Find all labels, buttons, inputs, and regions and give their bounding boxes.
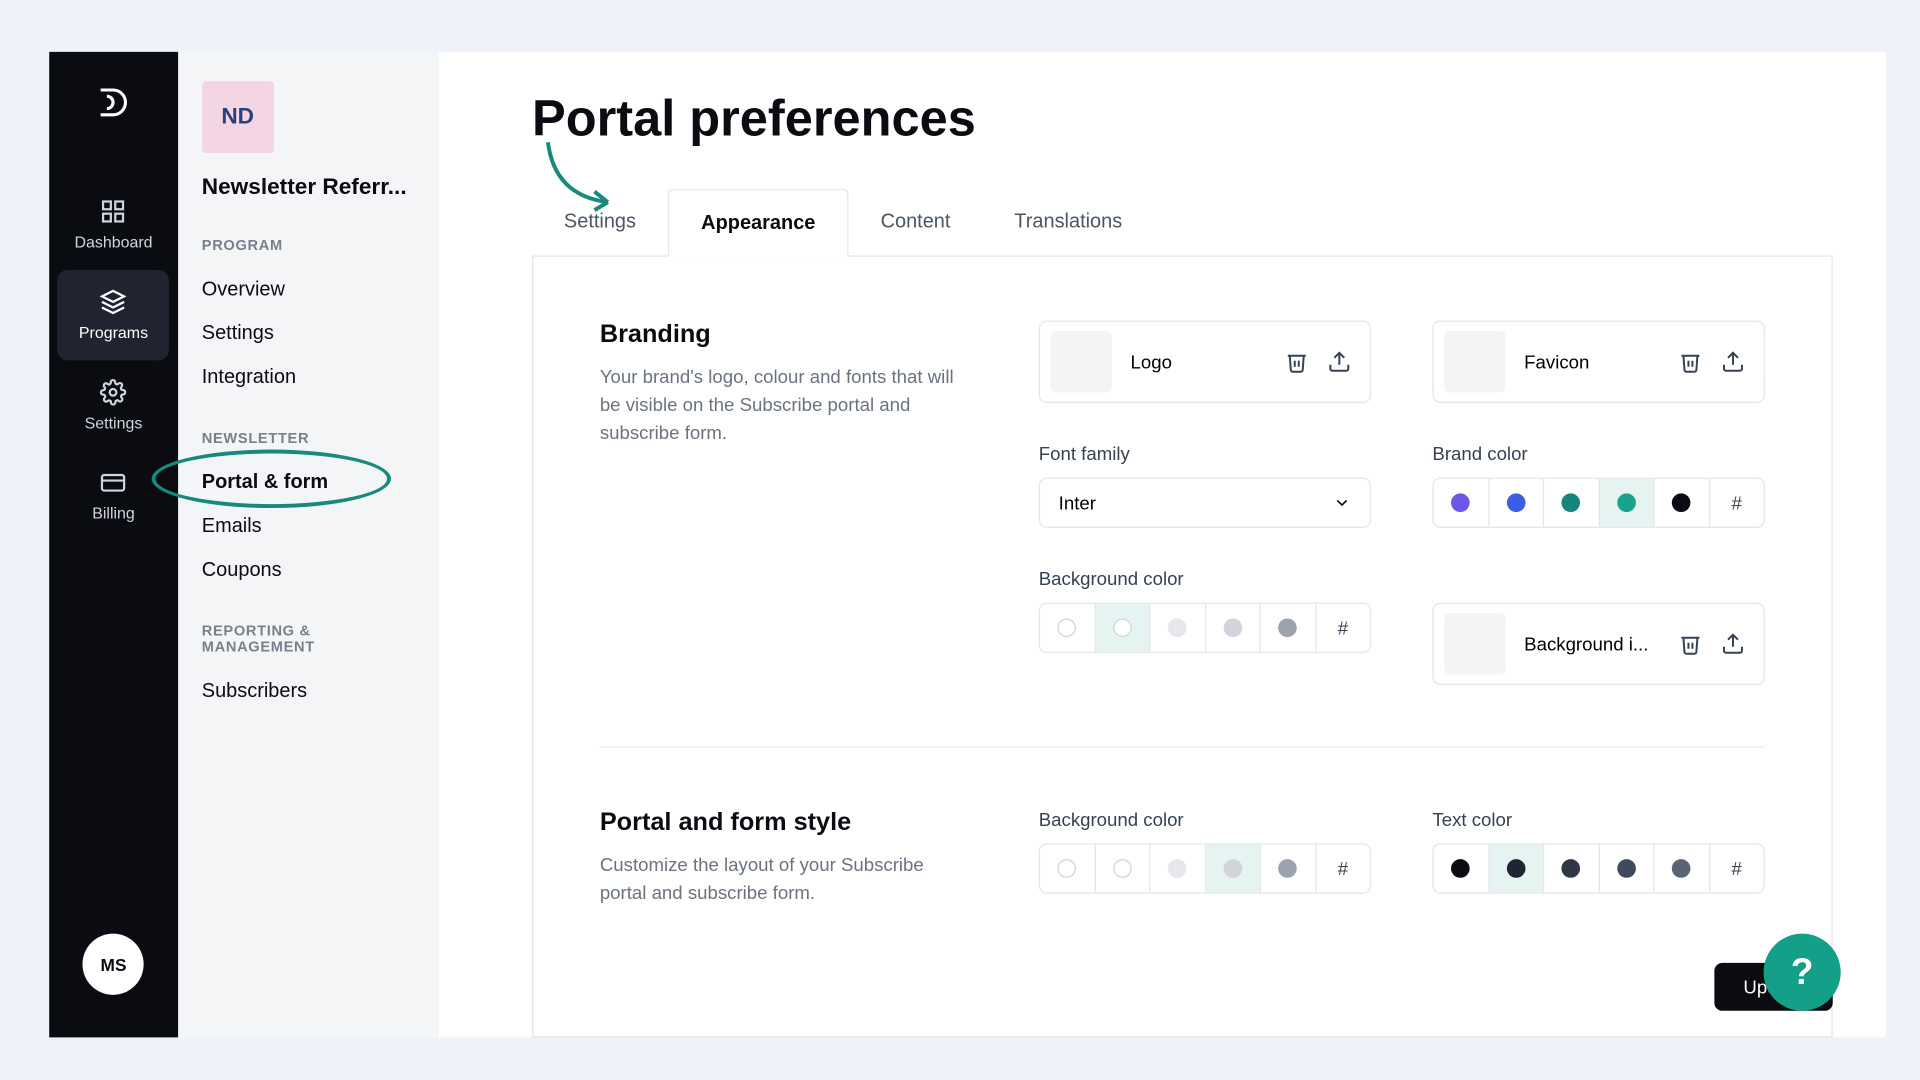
color-custom[interactable]: # xyxy=(1316,845,1370,893)
program-title: Newsletter Referr... xyxy=(202,174,415,201)
color-swatch[interactable] xyxy=(1040,604,1095,652)
color-swatch[interactable] xyxy=(1095,604,1150,652)
color-swatch[interactable] xyxy=(1544,479,1599,527)
trash-icon[interactable] xyxy=(1678,632,1702,656)
card-icon xyxy=(100,469,127,496)
section-label-newsletter: NEWSLETTER xyxy=(202,431,415,447)
color-swatch[interactable] xyxy=(1261,845,1316,893)
nav-dashboard[interactable]: Dashboard xyxy=(58,180,170,270)
color-custom[interactable]: # xyxy=(1316,604,1370,652)
bg-color-label: Background color xyxy=(1039,568,1372,589)
main-content: Portal preferences Settings Appearance C… xyxy=(439,52,1886,1038)
section-title-branding: Branding xyxy=(600,321,959,350)
color-custom[interactable]: # xyxy=(1710,845,1764,893)
chevron-down-icon xyxy=(1333,493,1352,512)
color-swatch[interactable] xyxy=(1206,845,1261,893)
tab-translations[interactable]: Translations xyxy=(982,189,1154,256)
sidebar-item-overview[interactable]: Overview xyxy=(202,267,415,311)
tab-settings[interactable]: Settings xyxy=(532,189,668,256)
sidebar-item-integration[interactable]: Integration xyxy=(202,355,415,399)
program-chip: ND xyxy=(202,81,274,153)
sidebar: ND Newsletter Referr... PROGRAM Overview… xyxy=(178,52,439,1038)
sidebar-item-coupons[interactable]: Coupons xyxy=(202,548,415,592)
dashboard-icon xyxy=(100,198,127,225)
user-avatar[interactable]: MS xyxy=(83,934,144,995)
color-swatch[interactable] xyxy=(1040,845,1095,893)
color-swatch[interactable] xyxy=(1261,604,1316,652)
section-label-reporting: REPORTING & MANAGEMENT xyxy=(202,624,415,656)
section-desc-branding: Your brand's logo, colour and fonts that… xyxy=(600,363,959,447)
trash-icon[interactable] xyxy=(1285,350,1309,374)
tabs: Settings Appearance Content Translations xyxy=(532,189,1833,257)
brand-color-label: Brand color xyxy=(1432,443,1765,464)
layers-icon xyxy=(100,289,127,316)
favicon-upload: Favicon xyxy=(1432,321,1765,403)
section-title-style: Portal and form style xyxy=(600,809,959,838)
sidebar-item-emails[interactable]: Emails xyxy=(202,504,415,548)
sidebar-item-subscribers[interactable]: Subscribers xyxy=(202,669,415,713)
upload-icon[interactable] xyxy=(1721,632,1745,656)
font-family-select[interactable]: Inter xyxy=(1039,477,1372,528)
logo-preview xyxy=(1051,331,1112,392)
favicon-preview xyxy=(1444,331,1505,392)
nav-programs[interactable]: Programs xyxy=(58,270,170,360)
help-button[interactable]: ? xyxy=(1764,934,1841,1011)
font-family-value: Inter xyxy=(1059,492,1096,513)
color-swatch[interactable] xyxy=(1434,479,1489,527)
color-swatch[interactable] xyxy=(1206,604,1261,652)
bg-image-label: Background i... xyxy=(1524,633,1660,654)
tab-appearance[interactable]: Appearance xyxy=(668,189,849,257)
trash-icon[interactable] xyxy=(1678,350,1702,374)
color-swatch[interactable] xyxy=(1599,845,1654,893)
sidebar-item-portal-form[interactable]: Portal & form xyxy=(202,460,415,504)
bg-image-upload: Background i... xyxy=(1432,602,1765,684)
color-swatch[interactable] xyxy=(1655,479,1710,527)
nav-billing[interactable]: Billing xyxy=(58,451,170,541)
brand-logo xyxy=(95,84,132,121)
bg-color-swatches: # xyxy=(1039,602,1372,653)
color-swatch[interactable] xyxy=(1095,845,1150,893)
nav-label: Dashboard xyxy=(74,233,152,252)
color-swatch[interactable] xyxy=(1489,845,1544,893)
tab-panel: Branding Your brand's logo, colour and f… xyxy=(532,257,1833,1038)
section-label-program: PROGRAM xyxy=(202,238,415,254)
color-swatch[interactable] xyxy=(1489,479,1544,527)
sidebar-item-settings[interactable]: Settings xyxy=(202,311,415,355)
favicon-label: Favicon xyxy=(1524,351,1660,372)
color-swatch[interactable] xyxy=(1150,604,1205,652)
color-swatch[interactable] xyxy=(1434,845,1489,893)
logo-label: Logo xyxy=(1131,351,1267,372)
color-custom[interactable]: # xyxy=(1710,479,1764,527)
font-family-label: Font family xyxy=(1039,443,1372,464)
tab-content[interactable]: Content xyxy=(849,189,983,256)
brand-color-swatches: # xyxy=(1432,477,1765,528)
style-bg-swatches: # xyxy=(1039,843,1372,894)
color-swatch[interactable] xyxy=(1544,845,1599,893)
color-swatch[interactable] xyxy=(1655,845,1710,893)
bg-image-preview xyxy=(1444,613,1505,674)
page-title: Portal preferences xyxy=(532,92,1833,149)
text-color-swatches: # xyxy=(1432,843,1765,894)
color-swatch[interactable] xyxy=(1150,845,1205,893)
nav-settings[interactable]: Settings xyxy=(58,360,170,450)
upload-icon[interactable] xyxy=(1721,350,1745,374)
text-color-label: Text color xyxy=(1432,809,1765,830)
color-swatch[interactable] xyxy=(1599,479,1654,527)
nav-label: Programs xyxy=(79,323,148,342)
style-bg-label: Background color xyxy=(1039,809,1372,830)
logo-upload: Logo xyxy=(1039,321,1372,403)
gear-icon xyxy=(100,379,127,406)
nav-label: Settings xyxy=(85,414,143,433)
upload-icon[interactable] xyxy=(1327,350,1351,374)
section-desc-style: Customize the layout of your Subscribe p… xyxy=(600,851,959,907)
nav-label: Billing xyxy=(92,504,135,523)
nav-rail: Dashboard Programs Settings Billing MS xyxy=(49,52,178,1038)
